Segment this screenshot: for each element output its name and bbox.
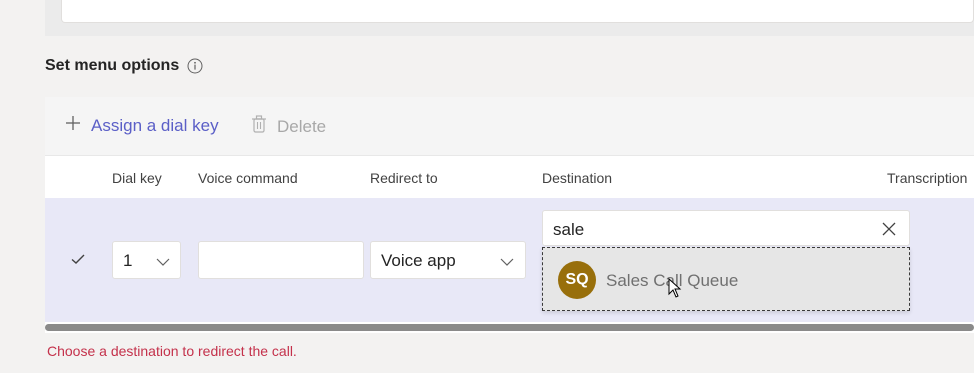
- voice-command-input[interactable]: [198, 241, 364, 279]
- trash-icon: [251, 115, 267, 138]
- plus-icon: [65, 115, 81, 136]
- header-transcription[interactable]: Transcription: [887, 170, 967, 186]
- table-row[interactable]: 1 Voice app sale SQ Sales Call Queue: [45, 198, 974, 322]
- header-destination[interactable]: Destination: [542, 170, 612, 186]
- destination-query: sale: [553, 220, 585, 239]
- close-icon[interactable]: [881, 221, 897, 237]
- menu-options-panel: Assign a dial key Delete Dial key Voice …: [45, 97, 974, 333]
- assign-dial-key-button[interactable]: Assign a dial key: [65, 115, 219, 136]
- section-header: Set menu options: [45, 57, 203, 75]
- dial-key-dropdown[interactable]: 1: [112, 241, 181, 279]
- dial-key-value: 1: [123, 251, 133, 270]
- delete-button[interactable]: Delete: [251, 115, 326, 138]
- horizontal-scrollbar[interactable]: [45, 324, 974, 331]
- header-dial-key[interactable]: Dial key: [112, 170, 162, 186]
- header-redirect-to[interactable]: Redirect to: [370, 170, 438, 186]
- previous-section-card: [45, 0, 974, 36]
- previous-section-field: [61, 0, 974, 23]
- destination-suggestion[interactable]: SQ Sales Call Queue: [542, 247, 910, 311]
- info-circle-icon[interactable]: [187, 58, 203, 74]
- delete-label: Delete: [277, 116, 327, 136]
- redirect-to-dropdown[interactable]: Voice app: [370, 241, 526, 279]
- mouse-cursor-icon: [668, 277, 682, 298]
- toolbar: Assign a dial key Delete: [45, 97, 974, 156]
- table-header: Dial key Voice command Redirect to Desti…: [45, 156, 974, 198]
- destination-search-input[interactable]: sale: [542, 210, 910, 246]
- error-message: Choose a destination to redirect the cal…: [47, 343, 297, 359]
- assign-dial-key-label: Assign a dial key: [91, 115, 219, 135]
- avatar: SQ: [558, 261, 596, 299]
- checkmark-icon[interactable]: [70, 251, 86, 267]
- chevron-down-icon: [156, 254, 170, 268]
- section-title: Set menu options: [45, 57, 180, 74]
- redirect-to-value: Voice app: [381, 251, 456, 270]
- header-voice-command[interactable]: Voice command: [198, 170, 298, 186]
- chevron-down-icon: [500, 254, 514, 268]
